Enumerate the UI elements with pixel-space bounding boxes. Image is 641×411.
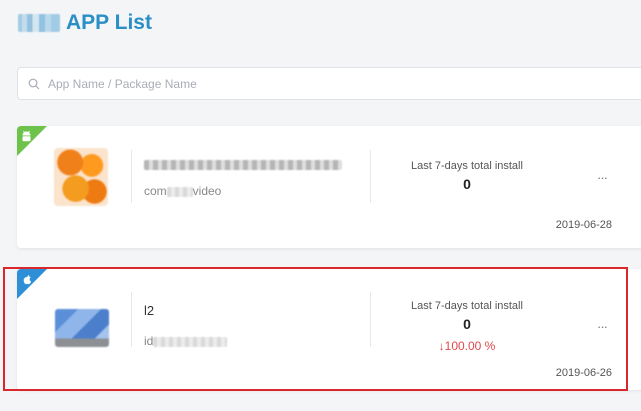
redacted-package [153,336,228,347]
package-name: com video [144,184,222,198]
app-name[interactable]: l2 [144,303,154,318]
install-count: 0 [463,316,471,332]
page-title: APP List [66,11,152,34]
android-corner-badge [17,126,47,156]
app-date: 2019-06-26 [555,367,612,379]
search-bar[interactable] [17,67,641,100]
app-icon [55,309,109,347]
ios-corner-badge [17,269,47,299]
page-header: APP List [18,9,152,37]
redacted-package [166,186,193,197]
search-icon [28,78,40,89]
search-input[interactable] [46,75,610,92]
app-icon [54,148,108,206]
brand-logo [18,14,60,32]
app-date: 2019-06-28 [555,219,612,231]
install-stat-label: Last 7-days total install [411,160,523,172]
install-count: 0 [463,176,471,192]
divider [131,292,132,347]
divider [131,150,132,203]
redacted-app-name [144,159,342,170]
more-options-button[interactable]: ··· [597,319,608,334]
install-stat-label: Last 7-days total install [411,300,523,312]
app-card-android[interactable]: com video Last 7-days total install 0 ···… [17,126,641,248]
package-name: id [144,334,228,348]
app-card-ios[interactable]: l2 id Last 7-days total install 0 ↓100.0… [17,269,641,390]
install-change: ↓100.00 % [438,339,496,353]
app-name[interactable] [144,156,342,171]
more-options-button[interactable]: ··· [597,170,608,185]
